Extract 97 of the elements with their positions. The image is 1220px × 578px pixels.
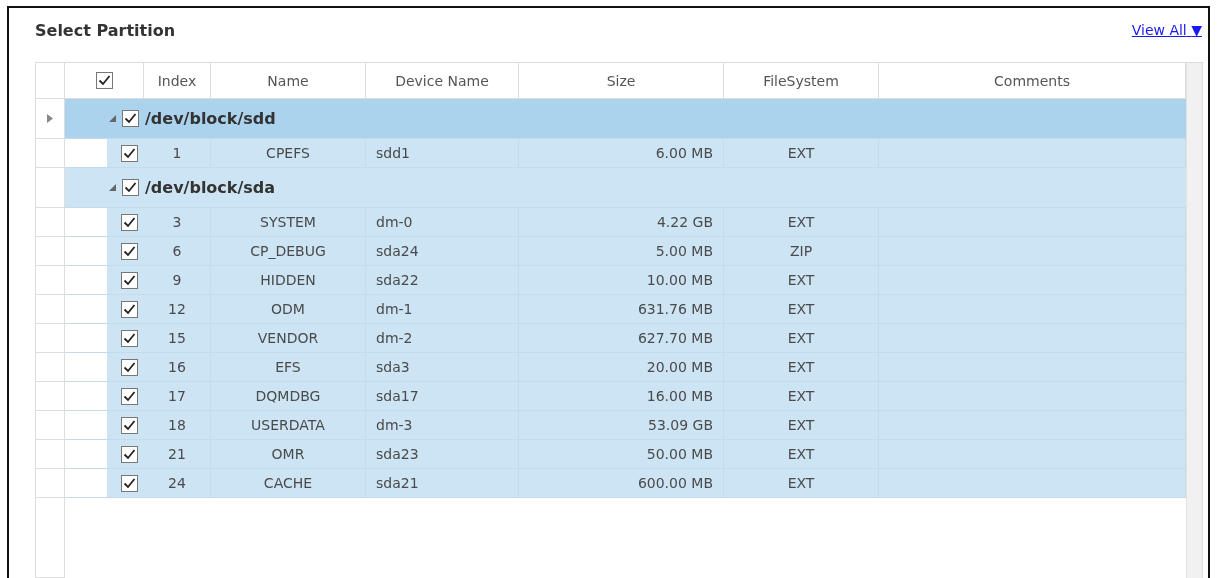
column-header[interactable]: Size xyxy=(519,63,724,99)
table-cell: EXT xyxy=(724,353,879,382)
table-cell: EFS xyxy=(211,353,366,382)
checkbox[interactable] xyxy=(121,271,138,289)
table-cell: VENDOR xyxy=(211,324,366,353)
table-cell: 4.22 GB xyxy=(519,208,724,237)
table-cell: sda22 xyxy=(366,266,519,295)
checkbox[interactable] xyxy=(121,474,138,492)
table-cell: EXT xyxy=(724,382,879,411)
table-cell: 17 xyxy=(144,382,211,411)
row-header-cell[interactable] xyxy=(36,382,65,411)
table-cell: sdd1 xyxy=(366,139,519,168)
row-header-cell[interactable] xyxy=(36,353,65,382)
table-cell: ZIP xyxy=(724,237,879,266)
table-cell: 16 xyxy=(144,353,211,382)
table-cell: 20.00 MB xyxy=(519,353,724,382)
table-cell: 15 xyxy=(144,324,211,353)
table-cell: 21 xyxy=(144,440,211,469)
row-header-cell[interactable] xyxy=(36,139,65,168)
table-cell: OMR xyxy=(211,440,366,469)
table-cell: sda3 xyxy=(366,353,519,382)
table-cell: EXT xyxy=(724,266,879,295)
table-cell: DQMDBG xyxy=(211,382,366,411)
checkbox[interactable] xyxy=(121,242,138,260)
table-cell: EXT xyxy=(724,469,879,498)
checkbox[interactable] xyxy=(121,213,138,231)
row-header-cell[interactable] xyxy=(36,266,65,295)
checkbox[interactable] xyxy=(121,300,138,318)
expander-icon[interactable] xyxy=(109,115,116,122)
table-cell: USERDATA xyxy=(211,411,366,440)
checkbox[interactable] xyxy=(122,179,139,196)
table-cell: CP_DEBUG xyxy=(211,237,366,266)
table-cell: CACHE xyxy=(211,469,366,498)
checkbox[interactable] xyxy=(121,387,138,405)
row-header-cell[interactable] xyxy=(36,237,65,266)
table-cell: dm-1 xyxy=(366,295,519,324)
table-cell: sda24 xyxy=(366,237,519,266)
table-cell: EXT xyxy=(724,139,879,168)
table-cell: 18 xyxy=(144,411,211,440)
table-cell: EXT xyxy=(724,440,879,469)
table-cell: dm-2 xyxy=(366,324,519,353)
table-cell: EXT xyxy=(724,324,879,353)
panel-title: Select Partition xyxy=(35,20,176,40)
table-cell: 9 xyxy=(144,266,211,295)
table-cell: 600.00 MB xyxy=(519,469,724,498)
table-cell: SYSTEM xyxy=(211,208,366,237)
column-header[interactable]: Index xyxy=(144,63,211,99)
table-cell: 3 xyxy=(144,208,211,237)
checkbox[interactable] xyxy=(121,329,138,347)
checkbox[interactable] xyxy=(121,445,138,463)
table-cell: 1 xyxy=(144,139,211,168)
row-header-cell[interactable] xyxy=(36,324,65,353)
table-cell: 16.00 MB xyxy=(519,382,724,411)
group-row[interactable]: /dev/block/sda xyxy=(65,168,1186,208)
row-header-cell[interactable] xyxy=(36,440,65,469)
table-cell: sda21 xyxy=(366,469,519,498)
row-header-cell[interactable] xyxy=(36,168,65,208)
view-all-link[interactable]: View All ▼ xyxy=(1131,22,1202,38)
table-cell: 631.76 MB xyxy=(519,295,724,324)
scrollbar-track[interactable] xyxy=(1186,63,1202,578)
group-row[interactable]: /dev/block/sdd xyxy=(65,99,1186,139)
table-cell: HIDDEN xyxy=(211,266,366,295)
table-cell: 627.70 MB xyxy=(519,324,724,353)
table-cell: 10.00 MB xyxy=(519,266,724,295)
table-cell: 6.00 MB xyxy=(519,139,724,168)
table-cell: sda17 xyxy=(366,382,519,411)
row-header-cell[interactable] xyxy=(36,208,65,237)
table-cell: EXT xyxy=(724,411,879,440)
checkbox[interactable] xyxy=(122,110,139,127)
table-cell: 53.09 GB xyxy=(519,411,724,440)
checkbox[interactable] xyxy=(121,144,138,162)
table-cell: dm-3 xyxy=(366,411,519,440)
table-cell: dm-0 xyxy=(366,208,519,237)
group-label: /dev/block/sda xyxy=(145,178,276,197)
column-header[interactable]: Comments xyxy=(879,63,1186,99)
group-label: /dev/block/sdd xyxy=(145,109,276,128)
row-header-cell[interactable] xyxy=(36,469,65,498)
expander-icon[interactable] xyxy=(109,184,116,191)
column-header[interactable]: FileSystem xyxy=(724,63,879,99)
row-header-cell[interactable] xyxy=(36,99,65,139)
table-cell: 5.00 MB xyxy=(519,237,724,266)
table-cell: 50.00 MB xyxy=(519,440,724,469)
column-header[interactable]: Name xyxy=(211,63,366,99)
row-header-cell[interactable] xyxy=(36,411,65,440)
table-cell: sda23 xyxy=(366,440,519,469)
table-cell: 24 xyxy=(144,469,211,498)
table-cell: 6 xyxy=(144,237,211,266)
checkbox[interactable] xyxy=(121,416,138,434)
table-cell: EXT xyxy=(724,208,879,237)
checkbox[interactable] xyxy=(121,358,138,376)
table-cell: ODM xyxy=(211,295,366,324)
table-cell: 12 xyxy=(144,295,211,324)
row-header-cell[interactable] xyxy=(36,295,65,324)
checkbox[interactable] xyxy=(95,72,113,89)
table-cell: EXT xyxy=(724,295,879,324)
column-header[interactable]: Device Name xyxy=(366,63,519,99)
table-cell: CPEFS xyxy=(211,139,366,168)
